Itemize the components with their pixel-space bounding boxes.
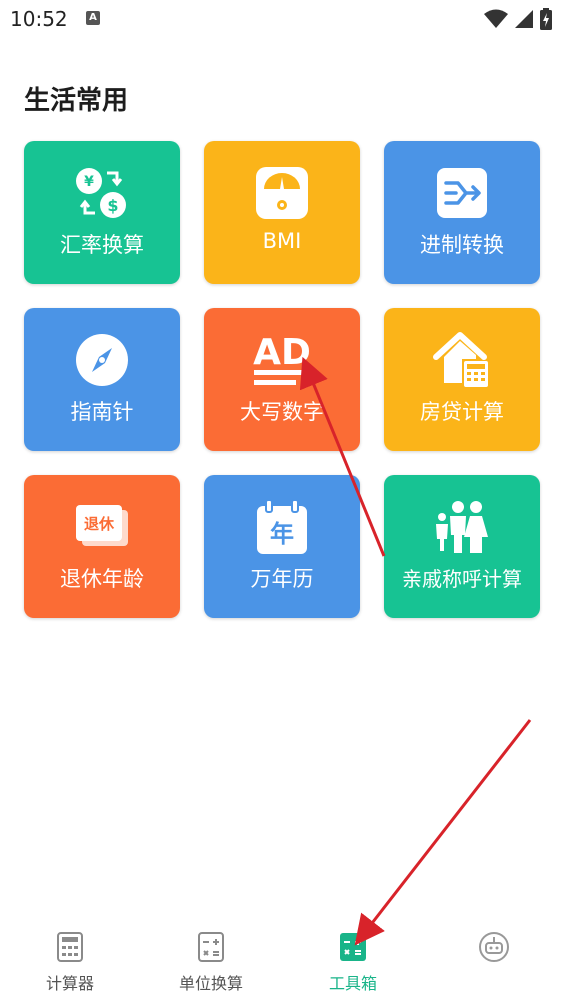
tool-label: 进制转换 bbox=[420, 233, 504, 257]
ad-text: AD bbox=[253, 332, 311, 373]
tab-label bbox=[444, 970, 544, 990]
status-icons bbox=[484, 8, 552, 30]
tool-label: 亲戚称呼计算 bbox=[402, 567, 522, 591]
tool-tile-retirement-age[interactable]: 退休 退休年龄 bbox=[24, 475, 180, 618]
toolbox-icon bbox=[340, 933, 366, 961]
tool-tile-bmi[interactable]: BMI bbox=[204, 141, 360, 284]
scale-icon bbox=[256, 167, 308, 219]
tool-tile-compass[interactable]: 指南针 bbox=[24, 308, 180, 451]
tool-label: 大写数字 bbox=[240, 400, 324, 424]
tool-tile-base-conversion[interactable]: 进制转换 bbox=[384, 141, 540, 284]
tab-robot[interactable] bbox=[444, 930, 544, 990]
tool-label: BMI bbox=[262, 229, 302, 253]
signal-icon bbox=[515, 10, 533, 28]
ad-icon: AD bbox=[253, 332, 311, 385]
section-title: 生活常用 bbox=[24, 86, 129, 116]
tool-tile-relative-title[interactable]: 亲戚称呼计算 bbox=[384, 475, 540, 618]
tool-tile-uppercase-number[interactable]: AD 大写数字 bbox=[204, 308, 360, 451]
retire-icon: 退休 bbox=[76, 505, 128, 546]
tool-tile-exchange-rate[interactable]: ¥ $ 汇率换算 bbox=[24, 141, 180, 284]
tool-label: 退休年龄 bbox=[60, 567, 144, 591]
tab-label: 工具箱 bbox=[328, 974, 377, 993]
tool-tile-calendar[interactable]: 年 万年历 bbox=[204, 475, 360, 618]
yuan-symbol: ¥ bbox=[84, 174, 94, 190]
tool-label: 指南针 bbox=[70, 400, 134, 424]
dollar-symbol: $ bbox=[107, 196, 118, 215]
retire-text: 退休 bbox=[84, 515, 115, 533]
status-bar: 10:52 A bbox=[0, 0, 564, 40]
tab-label: 单位换算 bbox=[178, 974, 243, 993]
tab-label: 计算器 bbox=[45, 974, 94, 993]
tool-tile-mortgage[interactable]: 房贷计算 bbox=[384, 308, 540, 451]
binary-convert-icon bbox=[437, 168, 487, 218]
tab-toolbox[interactable]: 工具箱 bbox=[303, 930, 403, 993]
family-icon bbox=[436, 501, 488, 553]
currency-exchange-icon: ¥ $ bbox=[76, 168, 126, 218]
tool-label: 汇率换算 bbox=[60, 233, 144, 257]
calculator-icon bbox=[57, 932, 83, 962]
calendar-icon: 年 bbox=[257, 499, 307, 554]
bottom-tab-bar: 计算器 单位换算 工具箱 bbox=[0, 920, 564, 1004]
tool-label: 房贷计算 bbox=[420, 400, 504, 424]
unit-convert-icon bbox=[198, 932, 224, 962]
tab-unit-conversion[interactable]: 单位换算 bbox=[161, 930, 261, 993]
tab-calculator[interactable]: 计算器 bbox=[20, 930, 120, 993]
status-time: 10:52 bbox=[10, 7, 68, 31]
calendar-year-text: 年 bbox=[270, 520, 294, 548]
robot-icon bbox=[479, 932, 509, 962]
tool-label: 万年历 bbox=[250, 567, 314, 591]
wifi-icon bbox=[484, 9, 508, 28]
annotation-arrow bbox=[354, 719, 532, 946]
compass-icon bbox=[76, 334, 128, 386]
notification-icon: A bbox=[86, 11, 100, 25]
battery-icon bbox=[540, 8, 552, 30]
house-calculator-icon bbox=[433, 332, 488, 387]
